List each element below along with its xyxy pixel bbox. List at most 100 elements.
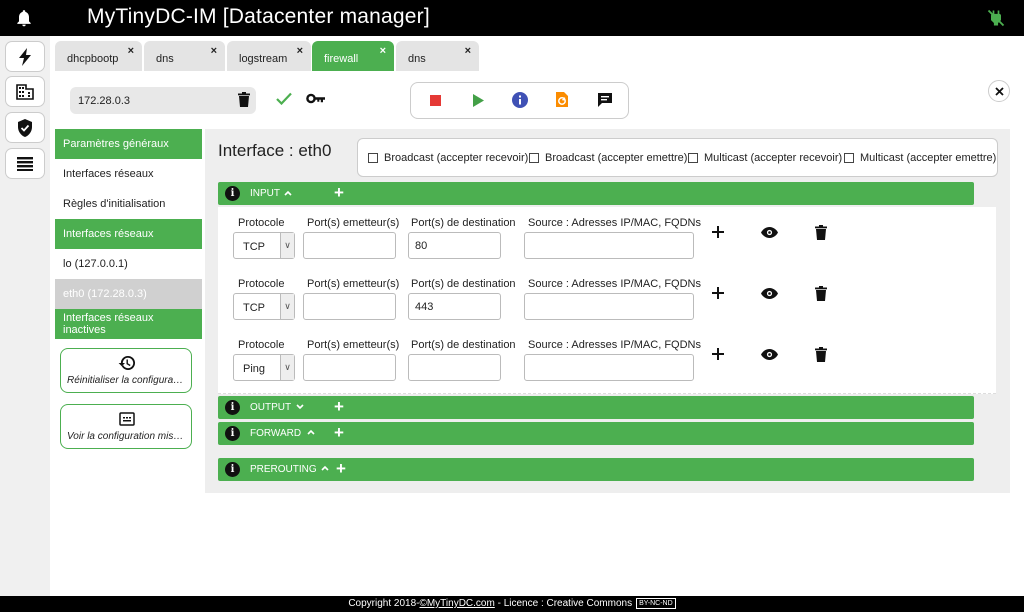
sidebar-menu-button[interactable]	[5, 148, 45, 179]
tab-firewall[interactable]: firewall ×	[312, 41, 394, 71]
protocol-select[interactable]: TCP ∨	[233, 293, 295, 320]
shield-check-icon	[18, 118, 32, 137]
tab-close-icon[interactable]: ×	[128, 45, 134, 57]
protocol-value: TCP	[243, 241, 265, 253]
checkbox-label: Broadcast (accepter emettre)	[545, 152, 688, 164]
tab-close-icon[interactable]: ×	[297, 45, 303, 57]
add-icon[interactable]	[709, 284, 727, 302]
info-icon[interactable]: i	[225, 462, 240, 477]
cc-badge[interactable]: BY-NC-ND	[636, 597, 676, 609]
protocol-select[interactable]: TCP ∨	[233, 232, 295, 259]
add-rule-icon[interactable]: +	[334, 423, 344, 443]
checkbox-multicast-receive[interactable]: Multicast (accepter recevoir)	[688, 152, 842, 164]
trash-icon[interactable]	[238, 92, 250, 107]
checkbox-broadcast-receive[interactable]: Broadcast (accepter recevoir)	[368, 152, 528, 164]
input-section-bar[interactable]: i INPUT +	[218, 182, 974, 205]
nav-init-rules[interactable]: Règles d'initialisation	[55, 189, 202, 219]
play-icon[interactable]	[473, 94, 484, 107]
eye-icon[interactable]	[760, 345, 778, 363]
trash-icon[interactable]	[812, 223, 830, 241]
dst-ports-input[interactable]	[408, 354, 501, 381]
nav-network-interfaces-header[interactable]: Interfaces réseaux	[55, 219, 202, 249]
source-input[interactable]	[524, 232, 694, 259]
tab-dns-2[interactable]: dns ×	[396, 41, 479, 71]
protocol-value: TCP	[243, 302, 265, 314]
source-input[interactable]	[524, 354, 694, 381]
input-section-label: INPUT	[250, 188, 280, 199]
output-section-bar[interactable]: i OUTPUT +	[218, 396, 974, 419]
sidebar-shield-button[interactable]	[5, 112, 45, 143]
tab-close-icon[interactable]: ×	[465, 45, 471, 57]
view-config-button[interactable]: Voir la configuration mise en place	[60, 404, 192, 449]
tab-logstream[interactable]: logstream ×	[227, 41, 311, 71]
checkbox-broadcast-emit[interactable]: Broadcast (accepter emettre)	[529, 152, 687, 164]
checkbox-box[interactable]	[529, 153, 539, 163]
reset-config-button[interactable]: Réinitialiser la configuration	[60, 348, 192, 393]
checkbox-box[interactable]	[368, 153, 378, 163]
info-icon[interactable]: i	[225, 186, 240, 201]
prerouting-section-bar[interactable]: i PREROUTING +	[218, 458, 974, 481]
nav-interface-eth0[interactable]: eth0 (172.28.0.3)	[55, 279, 202, 309]
tab-label: logstream	[239, 53, 288, 65]
protocol-select[interactable]: Ping ∨	[233, 354, 295, 381]
stop-icon[interactable]	[430, 95, 441, 106]
tab-dhcpbootp[interactable]: dhcpbootp ×	[55, 41, 142, 71]
trash-icon[interactable]	[812, 284, 830, 302]
ip-address-field[interactable]: 172.28.0.3	[70, 87, 256, 114]
src-ports-header: Port(s) emetteur(s)	[307, 339, 400, 351]
sidebar-lightning-button[interactable]	[5, 41, 45, 72]
chevron-up-icon[interactable]	[321, 465, 329, 471]
nav-interface-lo[interactable]: lo (127.0.0.1)	[55, 249, 202, 279]
dst-ports-input[interactable]: 443	[408, 293, 501, 320]
forward-section-bar[interactable]: i FORWARD +	[218, 422, 974, 445]
checkbox-multicast-emit[interactable]: Multicast (accepter emettre)	[844, 152, 996, 164]
tab-dns[interactable]: dns ×	[144, 41, 225, 71]
lightning-icon	[19, 47, 31, 66]
file-reload-icon[interactable]	[555, 91, 569, 108]
chevron-down-icon[interactable]	[296, 404, 304, 410]
info-icon[interactable]: i	[225, 400, 240, 415]
trash-icon[interactable]	[812, 345, 830, 363]
protocol-header: Protocole	[238, 339, 285, 351]
add-rule-icon[interactable]: +	[336, 459, 346, 479]
check-icon[interactable]	[276, 92, 292, 105]
config-nav: Paramètres généraux Interfaces réseaux R…	[55, 129, 202, 339]
src-ports-header: Port(s) emetteur(s)	[307, 217, 400, 229]
comment-icon[interactable]	[597, 92, 613, 108]
add-rule-icon[interactable]: +	[334, 183, 344, 203]
checkbox-box[interactable]	[688, 153, 698, 163]
sidebar-building-button[interactable]	[5, 76, 45, 107]
add-rule-icon[interactable]: +	[334, 397, 344, 417]
dst-ports-header: Port(s) de destination	[411, 339, 516, 351]
bell-icon[interactable]	[14, 8, 34, 28]
tab-close-icon[interactable]: ×	[211, 45, 217, 57]
power-off-status-icon[interactable]	[986, 8, 1006, 28]
tab-close-icon[interactable]: ×	[380, 45, 386, 57]
nav-general-params[interactable]: Paramètres généraux	[55, 129, 202, 159]
protocol-header: Protocole	[238, 217, 285, 229]
src-ports-input[interactable]	[303, 232, 396, 259]
eye-icon[interactable]	[760, 284, 778, 302]
src-ports-header: Port(s) emetteur(s)	[307, 278, 400, 290]
src-ports-input[interactable]	[303, 354, 396, 381]
eye-icon[interactable]	[760, 223, 778, 241]
action-buttons-group	[410, 82, 629, 119]
source-input[interactable]	[524, 293, 694, 320]
nav-inactive-interfaces[interactable]: Interfaces réseaux inactives	[55, 309, 202, 339]
reset-config-label: Réinitialiser la configuration	[67, 375, 185, 386]
chevron-up-icon[interactable]	[307, 429, 315, 435]
checkbox-box[interactable]	[844, 153, 854, 163]
add-icon[interactable]	[709, 223, 727, 241]
info-icon[interactable]: i	[225, 426, 240, 441]
nav-network-interfaces[interactable]: Interfaces réseaux	[55, 159, 202, 189]
info-icon[interactable]	[512, 92, 528, 108]
dst-ports-input[interactable]: 80	[408, 232, 501, 259]
add-icon[interactable]	[709, 345, 727, 363]
key-icon[interactable]	[306, 93, 326, 104]
footer-link[interactable]: ©MyTinyDC.com	[419, 598, 494, 609]
src-ports-input[interactable]	[303, 293, 396, 320]
chevron-up-icon[interactable]	[284, 190, 292, 196]
view-config-label: Voir la configuration mise en place	[67, 431, 185, 442]
rule-row: Protocole Port(s) emetteur(s) Port(s) de…	[218, 329, 996, 394]
close-panel-button[interactable]	[988, 80, 1010, 102]
